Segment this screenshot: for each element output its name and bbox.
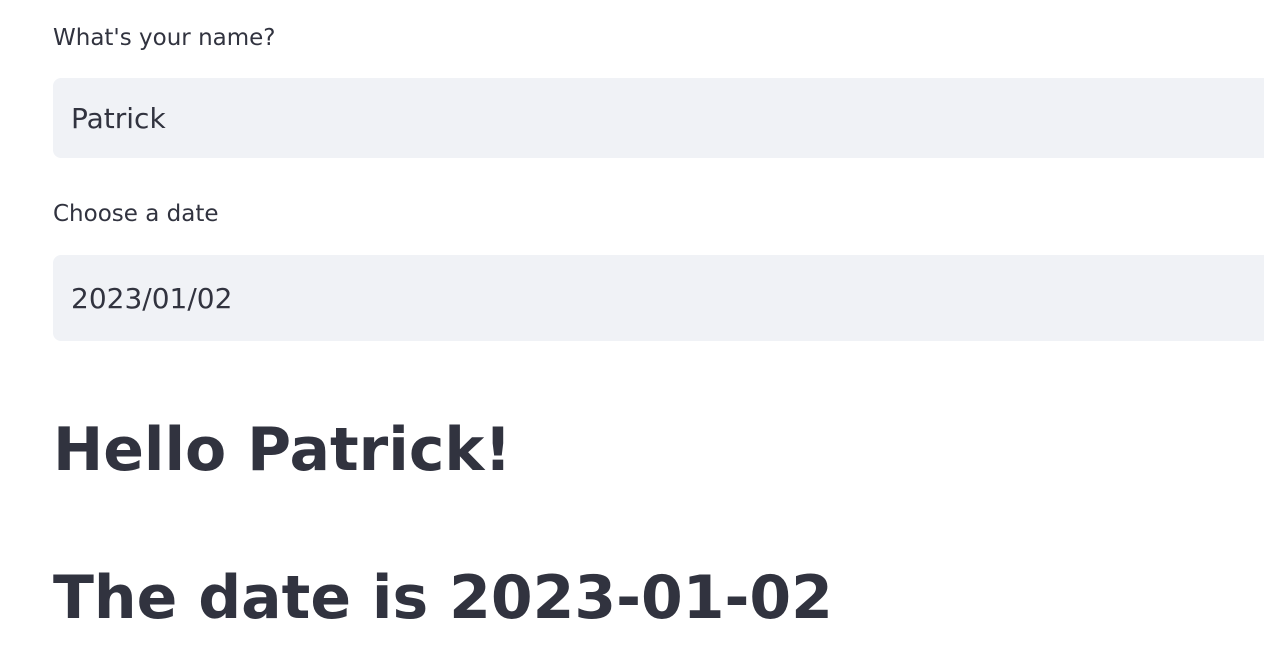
name-input-container[interactable]	[53, 78, 1264, 158]
date-heading: The date is 2023-01-02	[53, 563, 833, 633]
name-input-label: What's your name?	[53, 25, 276, 51]
date-input-label: Choose a date	[53, 201, 219, 227]
greeting-heading: Hello Patrick!	[53, 415, 512, 485]
date-input-container[interactable]	[53, 255, 1264, 341]
date-input[interactable]	[71, 281, 1264, 315]
name-input[interactable]	[71, 101, 1264, 135]
